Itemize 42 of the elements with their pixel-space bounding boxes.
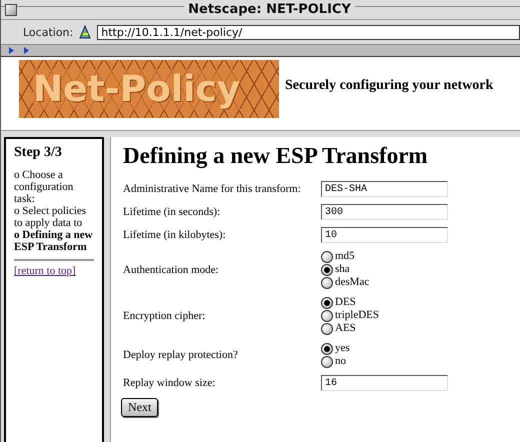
close-box[interactable] [5,4,17,16]
step-title: Step 3/3 [14,145,63,161]
radio-option[interactable]: sha [321,263,520,276]
radio-option[interactable]: md5 [321,250,520,263]
next-button[interactable]: Next [121,398,158,417]
radio-icon[interactable] [321,264,333,276]
radio-option[interactable]: no [321,355,520,368]
radio-option[interactable]: AES [321,322,520,335]
field-label: Authentication mode: [123,264,220,276]
radio-option[interactable]: yes [321,342,520,355]
location-label: Location: [23,26,74,38]
input-field[interactable]: DES-SHA [321,181,448,197]
input-field[interactable]: 16 [321,375,448,391]
return-link[interactable]: [return to top] [14,265,94,277]
radio-icon[interactable] [321,310,333,322]
page-heading: Defining a new ESP Transform [123,143,429,169]
radio-option[interactable]: DES [321,296,520,309]
radio-icon[interactable] [321,356,333,368]
radio-icon[interactable] [321,296,333,308]
radio-icon[interactable] [321,342,333,354]
radio-icon[interactable] [321,322,333,334]
tagline: Securely configuring your network [285,78,494,94]
field-label: Lifetime (in kilobytes): [123,229,227,241]
field-label: Encryption cipher: [123,310,206,322]
step-item: o Defining a new ESP Transform [14,229,94,253]
input-field[interactable]: 10 [321,227,448,243]
radio-option[interactable]: desMac [321,276,520,289]
window-title: Netscape: NET-POLICY [184,2,355,17]
field-label: Deploy replay protection? [123,349,239,361]
step-item: o Choose a configuration task: [14,169,74,205]
field-label: Lifetime (in seconds): [123,206,222,218]
bookmark-icon[interactable] [77,24,94,40]
radio-option[interactable]: tripleDES [321,309,520,322]
field-label: Administrative Name for this transform: [123,183,302,195]
radio-icon[interactable] [321,250,333,262]
radio-icon[interactable] [321,276,333,288]
triangle-icon[interactable] [24,47,29,54]
logo-text: Net-Policy [33,68,240,110]
input-field[interactable]: 300 [321,204,448,220]
url-field[interactable]: http://10.1.1.1/net-policy/ [97,24,520,40]
field-label: Replay window size: [123,377,216,389]
triangle-icon[interactable] [9,47,14,54]
